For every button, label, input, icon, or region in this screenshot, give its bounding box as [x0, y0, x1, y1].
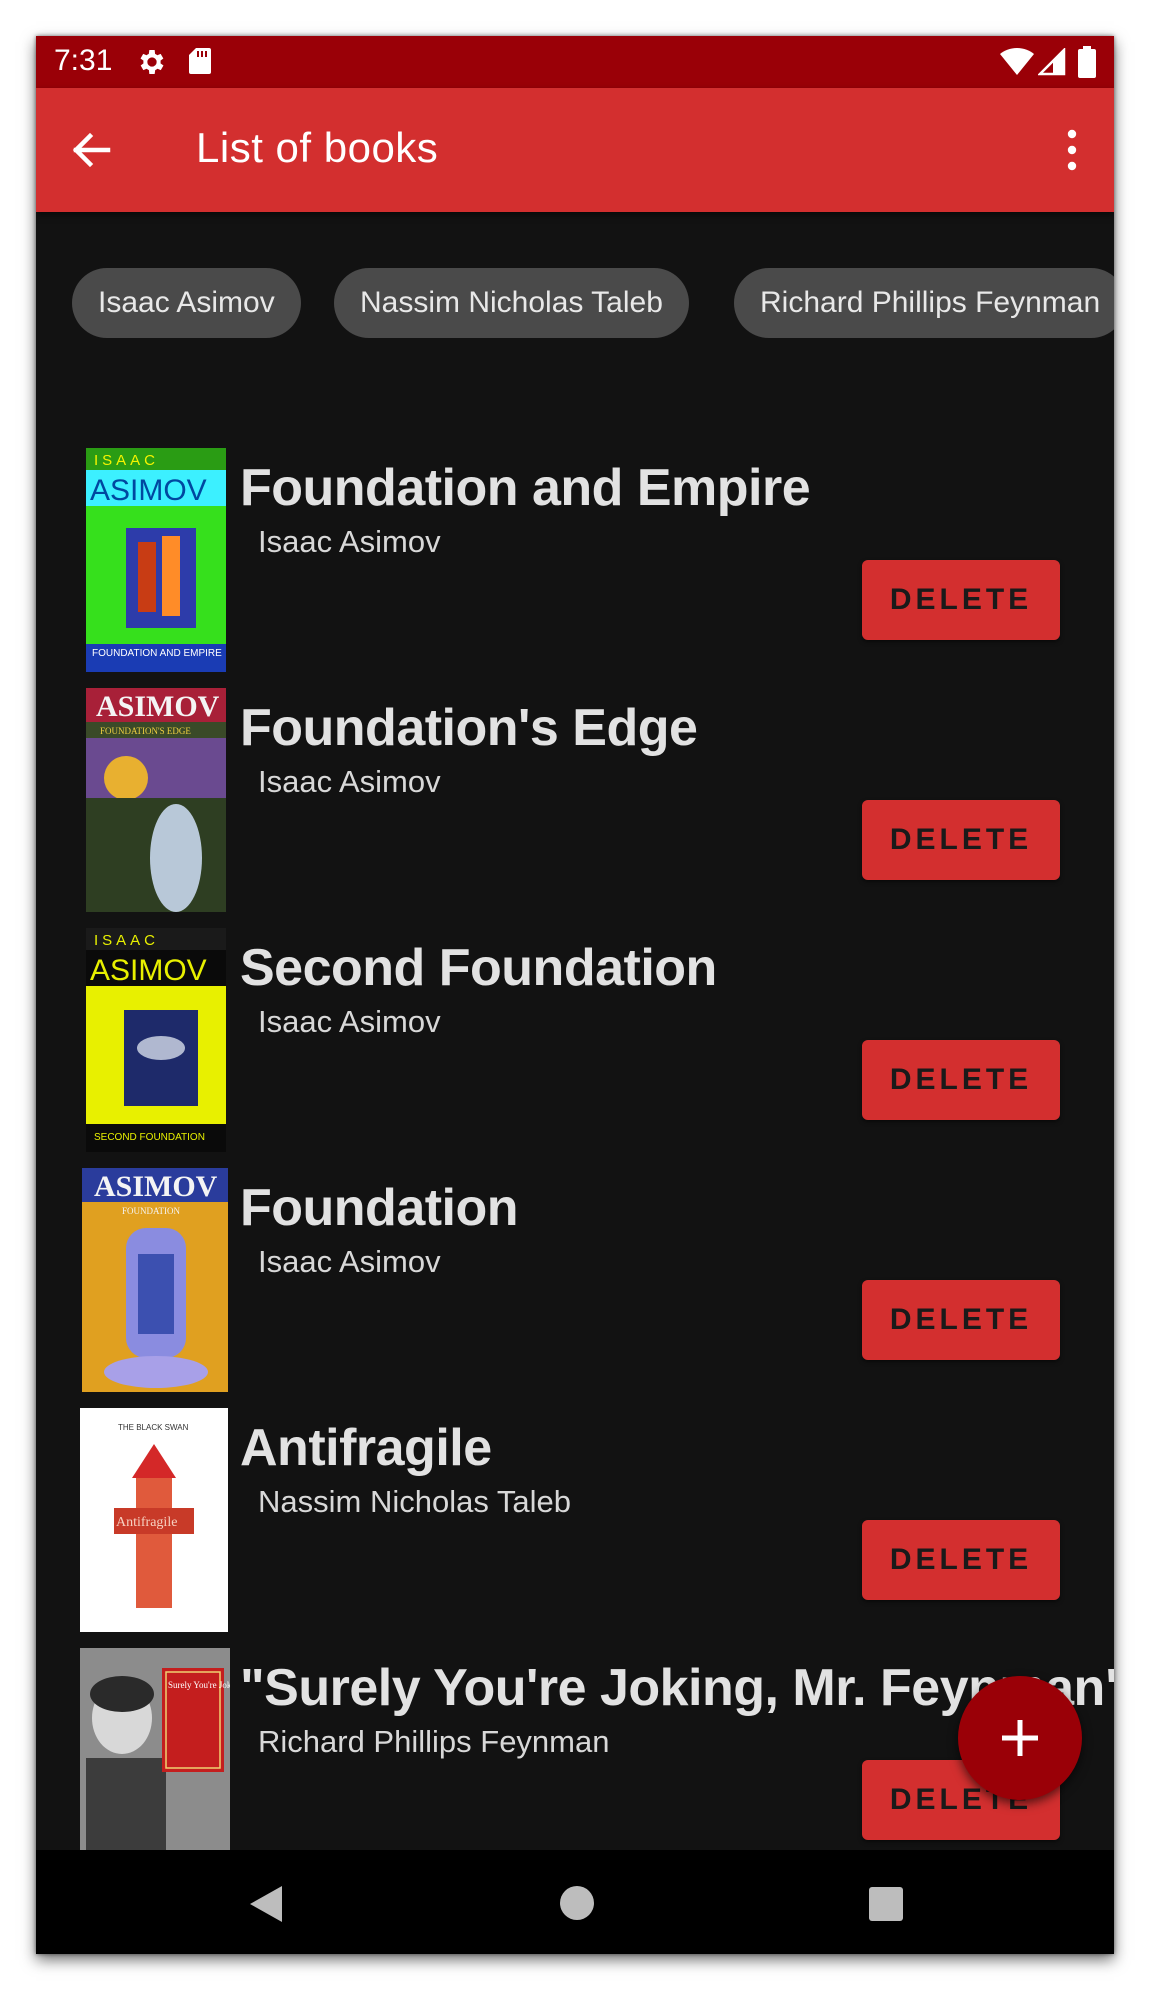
- cover-image: Surely You're Joking, Mr. Feynman!: [80, 1648, 230, 1872]
- book-list: ISAAC ASIMOV FOUNDATION AND EMPIRE Found…: [36, 36, 1114, 1954]
- cover-top-text: ISAAC: [94, 932, 159, 949]
- book-author: Isaac Asimov: [258, 1244, 441, 1279]
- cover-brand-text: ASIMOV: [90, 474, 207, 507]
- cover-image: ISAAC ASIMOV FOUNDATION AND EMPIRE: [86, 448, 226, 672]
- cover-brand-text: ASIMOV: [94, 1170, 218, 1203]
- delete-button[interactable]: DELETE: [862, 1040, 1060, 1120]
- nav-recents-icon[interactable]: [868, 1886, 904, 1922]
- cover-sub-text: FOUNDATION'S EDGE: [100, 726, 191, 736]
- cover-image: ASIMOV FOUNDATION'S EDGE: [86, 688, 226, 912]
- cover-brand-text: ASIMOV: [90, 954, 207, 987]
- cover-image: THE BLACK SWAN Antifragile: [80, 1408, 228, 1632]
- book-title: Foundation: [240, 1179, 519, 1237]
- list-item[interactable]: THE BLACK SWAN Antifragile Antifragile N…: [36, 1408, 1114, 1648]
- cover-sub-text: FOUNDATION: [122, 1206, 180, 1216]
- phone-screen: 7:31 List of books Isaac Asimov Nassim N…: [36, 36, 1114, 1954]
- book-author: Nassim Nicholas Taleb: [258, 1484, 571, 1519]
- book-cover: ASIMOV FOUNDATION'S EDGE: [86, 688, 226, 912]
- book-title: Antifragile: [240, 1419, 492, 1477]
- cover-brand-text: ASIMOV: [96, 690, 220, 723]
- list-item[interactable]: ASIMOV FOUNDATION'S EDGE Foundation's Ed…: [36, 688, 1114, 928]
- plus-icon: [1002, 1720, 1038, 1756]
- book-cover: THE BLACK SWAN Antifragile: [80, 1408, 228, 1632]
- add-book-button[interactable]: [958, 1676, 1082, 1800]
- book-title: Foundation and Empire: [240, 459, 811, 517]
- book-cover: ISAAC ASIMOV FOUNDATION AND EMPIRE: [86, 448, 226, 672]
- cover-top-text: THE BLACK SWAN: [118, 1423, 189, 1432]
- list-item[interactable]: ISAAC ASIMOV FOUNDATION AND EMPIRE Found…: [36, 448, 1114, 688]
- cover-image: ASIMOV FOUNDATION: [82, 1168, 228, 1392]
- delete-button[interactable]: DELETE: [862, 800, 1060, 880]
- list-item[interactable]: ASIMOV FOUNDATION Foundation Isaac Asimo…: [36, 1168, 1114, 1408]
- system-nav-bar: [36, 1850, 1114, 1954]
- book-author: Isaac Asimov: [258, 764, 441, 799]
- cover-bottom-text: FOUNDATION AND EMPIRE: [92, 648, 222, 659]
- book-cover: Surely You're Joking, Mr. Feynman!: [80, 1648, 230, 1872]
- book-title: Foundation's Edge: [240, 699, 698, 757]
- list-item[interactable]: ISAAC ASIMOV SECOND FOUNDATION Second Fo…: [36, 928, 1114, 1168]
- cover-bottom-text: SECOND FOUNDATION: [94, 1132, 205, 1143]
- cover-title-text: Surely You're Joking, Mr. Feynman!: [168, 1680, 230, 1690]
- book-title: Second Foundation: [240, 939, 717, 997]
- book-cover: ISAAC ASIMOV SECOND FOUNDATION: [86, 928, 226, 1152]
- book-cover: ASIMOV FOUNDATION: [82, 1168, 228, 1392]
- cover-top-text: ISAAC: [94, 452, 159, 469]
- book-author: Isaac Asimov: [258, 1004, 441, 1039]
- cover-title-text: Antifragile: [116, 1515, 177, 1530]
- delete-button[interactable]: DELETE: [862, 1280, 1060, 1360]
- book-author: Richard Phillips Feynman: [258, 1724, 610, 1759]
- delete-button[interactable]: DELETE: [862, 560, 1060, 640]
- cover-image: ISAAC ASIMOV SECOND FOUNDATION: [86, 928, 226, 1152]
- delete-button[interactable]: DELETE: [862, 1520, 1060, 1600]
- book-author: Isaac Asimov: [258, 524, 441, 559]
- nav-home-icon[interactable]: [558, 1884, 596, 1922]
- nav-back-icon[interactable]: [246, 1884, 286, 1924]
